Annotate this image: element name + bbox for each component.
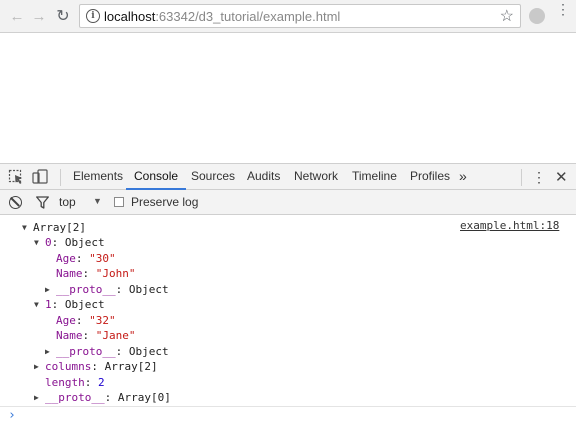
- tree-property: Name: "Jane": [56, 329, 136, 342]
- property-key: 1: [45, 298, 52, 311]
- property-key: length: [45, 376, 85, 389]
- browser-menu-icon[interactable]: ⋮: [556, 2, 570, 26]
- expanded-triangle-icon[interactable]: ▼: [34, 297, 45, 312]
- property-key: __proto__: [56, 345, 116, 358]
- property-key: __proto__: [56, 283, 116, 296]
- tab-audits[interactable]: Audits: [247, 164, 280, 190]
- bookmark-star-icon[interactable]: ☆: [500, 6, 514, 26]
- tab-network[interactable]: Network: [294, 164, 338, 190]
- inspect-element-icon[interactable]: [8, 169, 24, 185]
- property-value: Object: [64, 298, 105, 311]
- property-value: Object: [64, 236, 105, 249]
- property-value: Array[2]: [104, 360, 158, 373]
- toolbar-divider: [60, 169, 61, 186]
- context-selector[interactable]: top: [59, 195, 76, 209]
- address-bar[interactable]: i localhost:63342/d3_tutorial/example.ht…: [79, 4, 521, 28]
- chevron-down-icon[interactable]: ▼: [93, 196, 102, 206]
- extension-icon[interactable]: [529, 8, 545, 24]
- source-link[interactable]: example.html:18: [460, 219, 559, 232]
- tab-timeline[interactable]: Timeline: [352, 164, 397, 190]
- tab-sources[interactable]: Sources: [191, 164, 235, 190]
- info-icon[interactable]: i: [86, 9, 100, 23]
- close-devtools-icon[interactable]: ✕: [555, 168, 568, 186]
- collapsed-triangle-icon[interactable]: ▶: [45, 344, 56, 359]
- tree-property: length: 2: [45, 376, 105, 389]
- collapsed-triangle-icon[interactable]: ▶: [34, 390, 45, 405]
- browser-toolbar: ← → ↻ i localhost:63342/d3_tutorial/exam…: [0, 0, 576, 33]
- devtools-menu-icon[interactable]: ⋮: [532, 169, 546, 186]
- back-button[interactable]: ←: [8, 7, 26, 25]
- property-key: Age: [56, 252, 76, 265]
- url-host: localhost: [104, 9, 156, 24]
- property-key: __proto__: [45, 391, 105, 404]
- property-value: 2: [98, 376, 105, 389]
- forward-button[interactable]: →: [30, 7, 48, 25]
- array-summary: Array[2]: [33, 221, 86, 234]
- tree-item-0[interactable]: ▼ 0: Object: [34, 235, 105, 250]
- prompt-caret-icon: ›: [8, 408, 16, 423]
- tree-property[interactable]: ▶ __proto__: Object: [45, 344, 169, 359]
- url-text: localhost:63342/d3_tutorial/example.html: [104, 9, 340, 24]
- tab-elements[interactable]: Elements: [73, 164, 123, 190]
- property-value: Object: [128, 283, 169, 296]
- property-value: "John": [95, 267, 136, 280]
- tree-property: Age: "32": [56, 314, 116, 327]
- tab-console[interactable]: Console: [126, 164, 187, 190]
- console-prompt[interactable]: ›: [0, 406, 576, 427]
- devtools-tab-bar: Elements Console Sources Audits Network …: [0, 163, 576, 190]
- tree-item-1[interactable]: ▼ 1: Object: [34, 297, 105, 312]
- reload-button[interactable]: ↻: [54, 7, 72, 25]
- property-key: Name: [56, 267, 83, 280]
- tree-property[interactable]: ▶ columns: Array[2]: [34, 359, 158, 374]
- toolbar-divider: [521, 169, 522, 186]
- property-key: Name: [56, 329, 83, 342]
- property-key: columns: [45, 360, 92, 373]
- preserve-log-label: Preserve log: [131, 195, 199, 209]
- forward-arrow-icon: →: [31, 7, 47, 25]
- collapsed-triangle-icon[interactable]: ▶: [45, 282, 56, 297]
- console-output: example.html:18 ▼ Array[2] ▼ 0: Object Age…: [0, 215, 576, 406]
- property-value: "32": [89, 314, 116, 327]
- console-toolbar: top ▼ Preserve log: [0, 190, 576, 215]
- property-value: Object: [128, 345, 169, 358]
- back-arrow-icon: ←: [9, 7, 25, 25]
- property-value: "30": [89, 252, 116, 265]
- collapsed-triangle-icon[interactable]: ▶: [34, 359, 45, 374]
- preserve-log-checkbox[interactable]: [114, 197, 124, 207]
- url-path: :63342/d3_tutorial/example.html: [155, 9, 341, 24]
- clear-console-icon[interactable]: [9, 196, 22, 209]
- tree-property[interactable]: ▶ __proto__: Array[0]: [34, 390, 171, 405]
- more-tabs-icon[interactable]: »: [459, 168, 467, 184]
- device-toolbar-icon[interactable]: [32, 169, 48, 185]
- property-value: "Jane": [95, 329, 136, 342]
- filter-icon[interactable]: [36, 196, 49, 209]
- reload-icon: ↻: [56, 8, 70, 25]
- property-key: 0: [45, 236, 52, 249]
- expanded-triangle-icon[interactable]: ▼: [34, 235, 45, 250]
- tree-property: Age: "30": [56, 252, 116, 265]
- tab-profiles[interactable]: Profiles: [410, 164, 450, 190]
- tree-property: Name: "John": [56, 267, 136, 280]
- tree-root[interactable]: ▼ Array[2]: [22, 220, 86, 235]
- expanded-triangle-icon[interactable]: ▼: [22, 220, 33, 235]
- property-value: Array[0]: [117, 391, 171, 404]
- property-key: Age: [56, 314, 76, 327]
- tree-property[interactable]: ▶ __proto__: Object: [45, 282, 169, 297]
